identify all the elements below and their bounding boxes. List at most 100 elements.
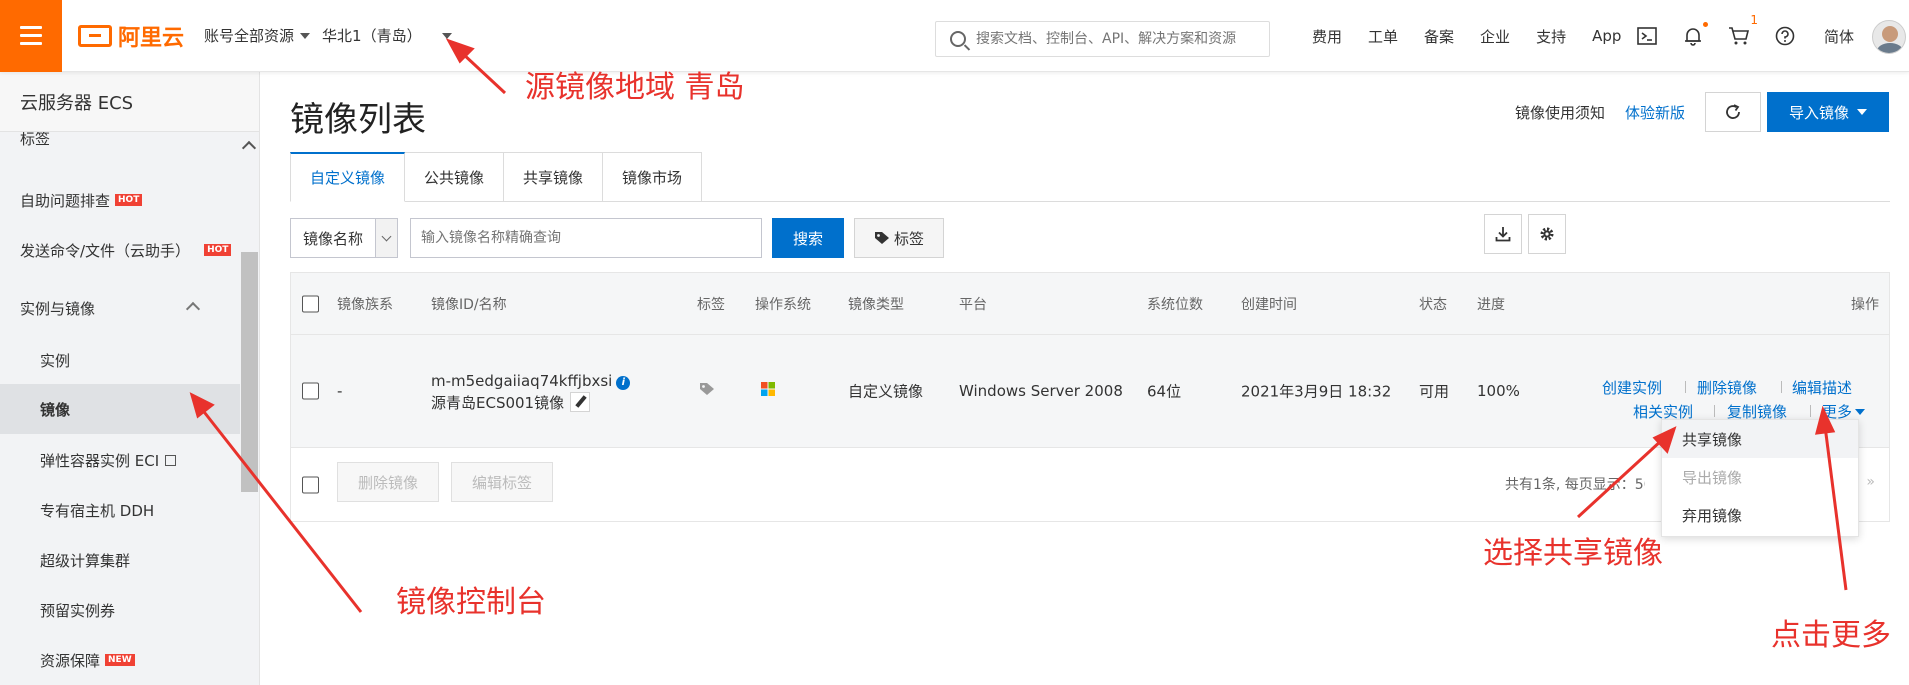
- table-row: - m-m5edgaiiaq74kffjbxsi i 源青岛ECS001镜像 自定…: [290, 334, 1890, 448]
- image-name-search-input[interactable]: [410, 218, 762, 258]
- aliyun-logo[interactable]: 阿里云: [78, 20, 184, 52]
- annotation-region: 源镜像地域 青岛: [525, 70, 745, 105]
- settings-button[interactable]: [1528, 214, 1566, 254]
- external-link-icon: [165, 454, 177, 466]
- usage-notice-link[interactable]: 镜像使用须知: [1515, 102, 1605, 123]
- search-field-select[interactable]: 镜像名称: [290, 218, 398, 258]
- header-status: 状态: [1419, 296, 1447, 313]
- top-link-support[interactable]: 支持: [1536, 26, 1566, 47]
- header-image-id-name: 镜像ID/名称: [431, 296, 507, 313]
- aliyun-logo-icon: [78, 24, 112, 47]
- row-progress: 100%: [1477, 382, 1520, 400]
- sidebar-item-label: 超级计算集群: [40, 551, 131, 570]
- sidebar-item-reserved-instances[interactable]: 预留实例券: [0, 588, 240, 632]
- row-image-id-name: m-m5edgaiiaq74kffjbxsi i 源青岛ECS001镜像: [431, 370, 631, 414]
- sidebar-item-label: 自助问题排查: [20, 191, 111, 210]
- sidebar-item-ddh[interactable]: 专有宿主机 DDH: [0, 488, 240, 532]
- sidebar: 云服务器 ECS 标签 自助问题排查 HOT 发送命令/文件（云助手） HOT …: [0, 72, 260, 685]
- sidebar-item-label: 实例: [40, 351, 71, 370]
- sidebar-item-resource-guarantee[interactable]: 资源保障 NEW: [0, 638, 240, 682]
- gear-icon: [1540, 227, 1554, 241]
- tab-shared-images[interactable]: 共享镜像: [504, 152, 604, 202]
- resources-dropdown[interactable]: 账号全部资源: [204, 25, 311, 46]
- hamburger-menu-icon[interactable]: [0, 0, 62, 72]
- select-all-checkbox[interactable]: [302, 295, 319, 312]
- annotation-click-more: 点击更多: [1771, 618, 1891, 653]
- import-image-button[interactable]: 导入镜像: [1766, 92, 1889, 132]
- top-link-enterprise[interactable]: 企业: [1480, 26, 1510, 47]
- top-link-fee[interactable]: 费用: [1312, 26, 1342, 47]
- global-search-input[interactable]: [976, 31, 1256, 47]
- pagination-info: 共有1条, 每页显示：50条: [1505, 477, 1645, 493]
- batch-edit-tags-button[interactable]: 编辑标签: [451, 462, 554, 502]
- row-created-time: 2021年3月9日 18:32: [1241, 382, 1392, 401]
- search-field-value: 镜像名称: [303, 229, 364, 248]
- terminal-icon[interactable]: [1636, 25, 1658, 47]
- sidebar-item-label: 专有宿主机 DDH: [40, 501, 155, 520]
- page-title: 镜像列表: [290, 100, 426, 140]
- sidebar-item-label: 发送命令/文件（云助手）: [20, 241, 191, 260]
- create-instance-link[interactable]: 创建实例: [1602, 377, 1662, 398]
- menu-item-deprecate-image[interactable]: 弃用镜像: [1662, 496, 1858, 534]
- delete-image-link[interactable]: 删除镜像: [1697, 377, 1757, 398]
- try-new-version-link[interactable]: 体验新版: [1625, 102, 1685, 123]
- sidebar-item-images[interactable]: 镜像: [0, 384, 240, 434]
- header-created: 创建时间: [1241, 296, 1297, 313]
- op-separator: [1781, 381, 1782, 393]
- sidebar-item-self-troubleshoot[interactable]: 自助问题排查 HOT: [0, 182, 240, 218]
- chevron-down-icon: [441, 32, 452, 39]
- refresh-button[interactable]: [1704, 92, 1761, 132]
- hot-badge: HOT: [204, 244, 232, 256]
- row-tag-icon[interactable]: [699, 382, 715, 400]
- logo-text: 阿里云: [118, 25, 185, 51]
- scrollbar-thumb[interactable]: [241, 252, 258, 492]
- language-switch[interactable]: 简体: [1824, 26, 1854, 47]
- export-button[interactable]: [1484, 214, 1522, 254]
- cart-icon[interactable]: 1: [1728, 13, 1758, 47]
- user-avatar[interactable]: [1872, 20, 1906, 54]
- help-icon[interactable]: [1774, 25, 1796, 47]
- row-image-id[interactable]: m-m5edgaiiaq74kffjbxsi: [431, 372, 612, 390]
- top-link-icp[interactable]: 备案: [1424, 26, 1454, 47]
- tag-icon: [874, 232, 889, 244]
- more-actions-menu: 共享镜像 导出镜像 弃用镜像: [1661, 419, 1859, 537]
- hot-badge: HOT: [115, 194, 143, 206]
- sidebar-item-instances[interactable]: 实例: [0, 338, 240, 382]
- batch-delete-button[interactable]: 删除镜像: [337, 462, 440, 502]
- table-footer: 删除镜像 编辑标签 共有1条, 每页显示：50条 »: [290, 448, 1890, 522]
- top-navigation-bar: 阿里云 账号全部资源 华北1（青岛） 费用 工单 备案 企业 支持 App 1: [0, 0, 1909, 72]
- sidebar-item-eci[interactable]: 弹性容器实例 ECI: [0, 438, 240, 482]
- tab-public-images[interactable]: 公共镜像: [405, 152, 505, 202]
- search-icon: [950, 31, 966, 47]
- sidebar-scrollbar[interactable]: [240, 132, 259, 685]
- tag-filter-button[interactable]: 标签: [854, 218, 944, 258]
- sidebar-group-instances-images[interactable]: 实例与镜像: [0, 288, 240, 328]
- edit-pencil-icon[interactable]: [570, 392, 591, 412]
- menu-item-share-image[interactable]: 共享镜像: [1662, 420, 1858, 458]
- image-tabs: 自定义镜像 公共镜像 共享镜像 镜像市场: [290, 152, 703, 202]
- footer-select-all-checkbox[interactable]: [302, 476, 319, 493]
- global-search[interactable]: [935, 21, 1270, 57]
- tab-custom-images[interactable]: 自定义镜像: [290, 152, 406, 202]
- sidebar-item-cloud-assistant[interactable]: 发送命令/文件（云助手） HOT: [0, 232, 240, 268]
- cart-count: 1: [1750, 13, 1758, 27]
- search-button[interactable]: 搜索: [772, 218, 844, 258]
- info-icon[interactable]: i: [616, 376, 631, 390]
- next-page-icon[interactable]: »: [1866, 474, 1875, 490]
- header-actions: 镜像使用须知 体验新版 导入镜像: [1515, 92, 1889, 132]
- sidebar-item-tags[interactable]: 标签: [0, 132, 240, 154]
- sidebar-item-scc[interactable]: 超级计算集群: [0, 538, 240, 582]
- bell-icon[interactable]: [1682, 22, 1708, 47]
- row-checkbox[interactable]: [302, 382, 319, 400]
- sidebar-item-label: 标签: [20, 132, 51, 148]
- menu-item-export-image[interactable]: 导出镜像: [1662, 458, 1858, 496]
- row-image-name: 源青岛ECS001镜像: [431, 394, 565, 412]
- resources-label: 账号全部资源: [204, 27, 295, 45]
- top-link-ticket[interactable]: 工单: [1368, 26, 1398, 47]
- top-link-app[interactable]: App: [1592, 27, 1621, 45]
- header-progress: 进度: [1477, 296, 1505, 313]
- edit-description-link[interactable]: 编辑描述: [1792, 377, 1852, 398]
- chevron-down-icon: [375, 219, 397, 257]
- region-dropdown[interactable]: 华北1（青岛）: [322, 25, 452, 46]
- tab-image-market[interactable]: 镜像市场: [603, 152, 703, 202]
